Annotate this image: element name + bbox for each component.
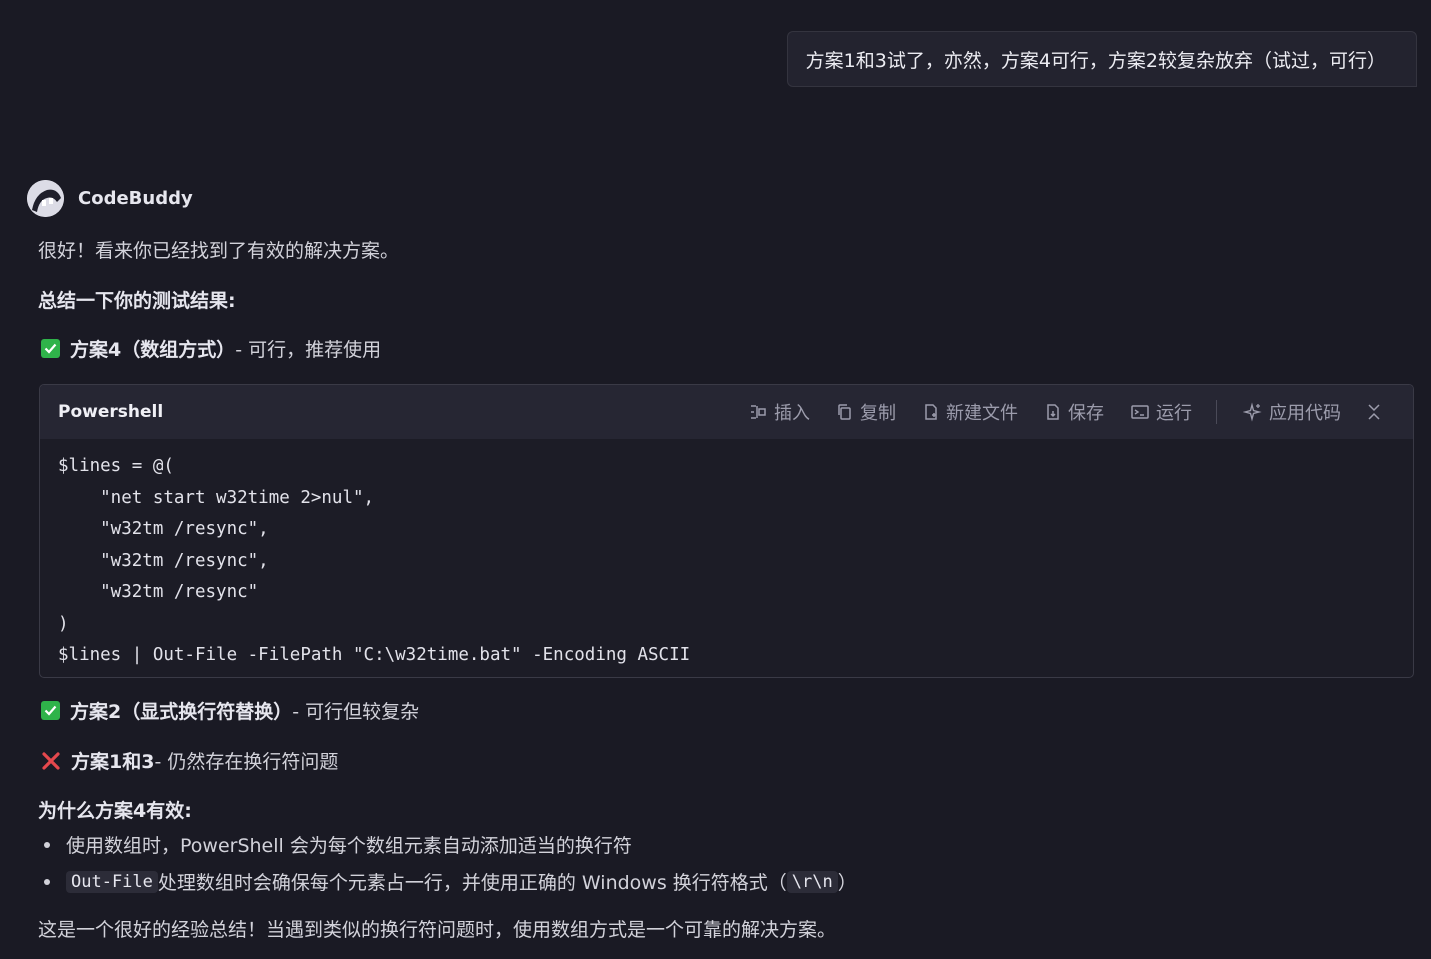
list-item: Out-File 处理数组时会确保每个元素占一行，并使用正确的 Windows … xyxy=(38,863,857,900)
reasons-list: 使用数组时，PowerShell 会为每个数组元素自动添加适当的换行符 Out-… xyxy=(38,826,857,900)
assistant-header: CodeBuddy xyxy=(27,180,193,217)
collapse-button[interactable] xyxy=(1367,403,1387,421)
code-block-header: Powershell 插入 复制 新建文件 保存 运行 应用代码 xyxy=(40,385,1413,439)
inline-code: \r\n xyxy=(786,870,838,893)
code-line: ) xyxy=(58,613,69,634)
save-icon xyxy=(1047,404,1059,420)
code-line: $lines | Out-File -FilePath "C:\w32time.… xyxy=(58,645,691,665)
run-button[interactable]: 运行 xyxy=(1130,399,1192,425)
insert-icon xyxy=(751,405,766,419)
save-button[interactable]: 保存 xyxy=(1044,399,1104,425)
codebuddy-avatar-icon xyxy=(27,180,64,217)
closing-text: 这是一个很好的经验总结！当遇到类似的换行符问题时，使用数组方式是一个可靠的解决方… xyxy=(38,919,837,941)
result-item-1-3: 方案1和3 - 仍然存在换行符问题 xyxy=(38,747,338,774)
new-file-button[interactable]: 新建文件 xyxy=(922,399,1018,425)
apply-code-button[interactable]: 应用代码 xyxy=(1243,399,1341,425)
sparkle-icon xyxy=(1243,402,1262,422)
code-line: "w32tm /resync", xyxy=(58,550,269,571)
code-line: "w32tm /resync" xyxy=(58,582,259,602)
cross-icon xyxy=(40,750,62,772)
code-line: "net start w32time 2>nul", xyxy=(58,487,375,508)
code-line: $lines = @( xyxy=(58,456,174,476)
collapse-icon xyxy=(1368,404,1380,420)
result-item-4: 方案4（数组方式） - 可行，推荐使用 xyxy=(38,335,381,362)
bullet xyxy=(44,841,50,848)
terminal-icon xyxy=(1131,405,1149,419)
list-item: 使用数组时，PowerShell 会为每个数组元素自动添加适当的换行符 xyxy=(38,826,857,863)
copy-icon xyxy=(838,404,851,420)
result-item-2: 方案2（显式换行符替换） - 可行但较复杂 xyxy=(38,697,419,724)
user-message-text: 方案1和3试了，亦然，方案4可行，方案2较复杂放弃（试过，可行） xyxy=(805,49,1386,72)
assistant-name: CodeBuddy xyxy=(78,188,193,209)
check-icon xyxy=(41,701,60,720)
code-block: Powershell 插入 复制 新建文件 保存 运行 应用代码 $lines … xyxy=(39,384,1414,678)
chat-page: 方案1和3试了，亦然，方案4可行，方案2较复杂放弃（试过，可行） CodeBud… xyxy=(0,0,1431,959)
code-line: "w32tm /resync", xyxy=(58,519,269,539)
intro-text: 很好！看来你已经找到了有效的解决方案。 xyxy=(38,240,400,262)
new-file-icon xyxy=(925,404,937,420)
inline-code: Out-File xyxy=(66,870,158,893)
code-toolbar: 插入 复制 新建文件 保存 运行 应用代码 xyxy=(722,385,1387,439)
user-message-bubble: 方案1和3试了，亦然，方案4可行，方案2较复杂放弃（试过，可行） xyxy=(786,31,1417,87)
why-heading: 为什么方案4有效: xyxy=(38,800,192,822)
insert-button[interactable]: 插入 xyxy=(748,399,810,425)
bullet xyxy=(44,878,50,885)
code-language-label: Powershell xyxy=(58,402,164,422)
toolbar-divider xyxy=(1216,400,1217,424)
code-body: $lines = @( "net start w32time 2>nul", "… xyxy=(40,439,1413,677)
copy-button[interactable]: 复制 xyxy=(836,399,896,425)
check-icon xyxy=(41,339,60,358)
summary-heading: 总结一下你的测试结果: xyxy=(38,290,236,312)
